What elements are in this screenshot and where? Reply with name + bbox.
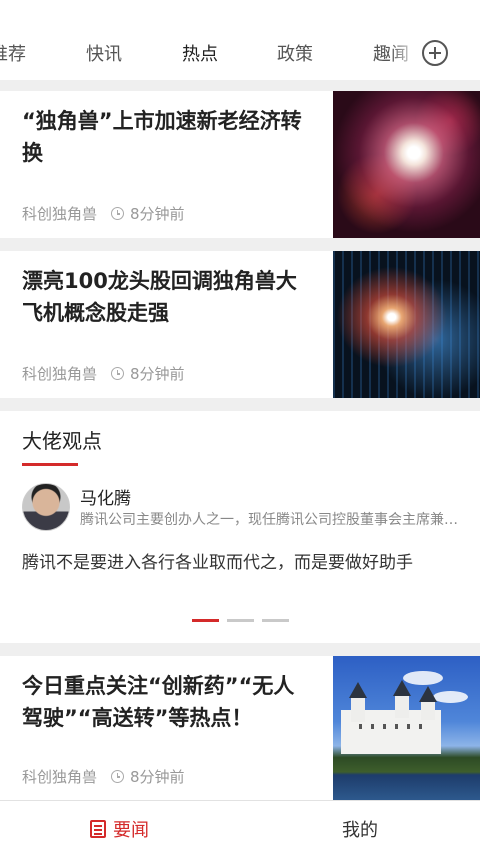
news-time: 8分钟前 (130, 365, 185, 383)
carousel-indicator[interactable] (192, 619, 219, 622)
expert-views-section: 大佬观点 马化腾 腾讯公司主要创办人之一，现任腾讯公司控股董事会主席兼首席执行官… (0, 411, 480, 643)
news-time: 8分钟前 (130, 205, 185, 223)
news-thumbnail (333, 656, 480, 801)
news-meta: 科创独角兽 8分钟前 (22, 766, 185, 787)
news-meta: 科创独角兽 8分钟前 (22, 203, 185, 224)
newspaper-icon (90, 820, 106, 838)
section-title-underline (22, 463, 78, 466)
news-title: “独角兽”上市加速新老经济转换 (22, 109, 302, 165)
bottom-navigation: 要闻 我的 (0, 800, 480, 853)
add-category-icon[interactable] (422, 40, 448, 66)
news-card[interactable]: 今日重点关注“创新药”“无人驾驶”“高送转”等热点！ 科创独角兽 8分钟前 (0, 656, 480, 801)
news-card[interactable]: “独角兽”上市加速新老经济转换 科创独角兽 8分钟前 (0, 91, 480, 238)
clock-icon (111, 770, 125, 783)
clock-icon (111, 367, 125, 380)
tab-policy[interactable]: 政策 (277, 40, 313, 66)
nav-mine[interactable]: 我的 (342, 816, 378, 842)
news-meta: 科创独角兽 8分钟前 (22, 363, 185, 384)
tab-fade (390, 30, 420, 70)
news-thumbnail (333, 251, 480, 398)
news-time: 8分钟前 (130, 768, 185, 786)
expert-name[interactable]: 马化腾 (80, 484, 131, 509)
news-title: 漂亮100龙头股回调独角兽大飞机概念股走强 (22, 269, 297, 325)
carousel-indicator[interactable] (227, 619, 254, 622)
expert-quote[interactable]: 腾讯不是要进入各行各业取而代之，而是要做好助手 (22, 548, 413, 573)
tab-recommend[interactable]: 推荐 (0, 40, 26, 66)
nav-mine-label: 我的 (342, 820, 378, 841)
tab-flash[interactable]: 快讯 (86, 40, 122, 66)
nav-home-label: 要闻 (113, 820, 149, 841)
news-source: 科创独角兽 (22, 768, 98, 786)
news-source: 科创独角兽 (22, 365, 98, 383)
tab-hot[interactable]: 热点 (182, 40, 218, 66)
news-title: 今日重点关注“创新药”“无人驾驶”“高送转”等热点！ (22, 674, 295, 730)
nav-home[interactable]: 要闻 (90, 816, 149, 842)
category-tabbar: 推荐 快讯 热点 政策 趣闻 (0, 0, 480, 80)
expert-description: 腾讯公司主要创办人之一，现任腾讯公司控股董事会主席兼首席执行官 (80, 512, 465, 528)
clock-icon (111, 207, 125, 220)
carousel-indicator[interactable] (262, 619, 289, 622)
news-thumbnail (333, 91, 480, 238)
news-card[interactable]: 漂亮100龙头股回调独角兽大飞机概念股走强 科创独角兽 8分钟前 (0, 251, 480, 398)
avatar[interactable] (22, 483, 70, 531)
section-title: 大佬观点 (22, 429, 102, 453)
app-screen: 推荐 快讯 热点 政策 趣闻 “独角兽”上市加速新老经济转换 科创独角兽 8分钟… (0, 0, 480, 853)
news-source: 科创独角兽 (22, 205, 98, 223)
